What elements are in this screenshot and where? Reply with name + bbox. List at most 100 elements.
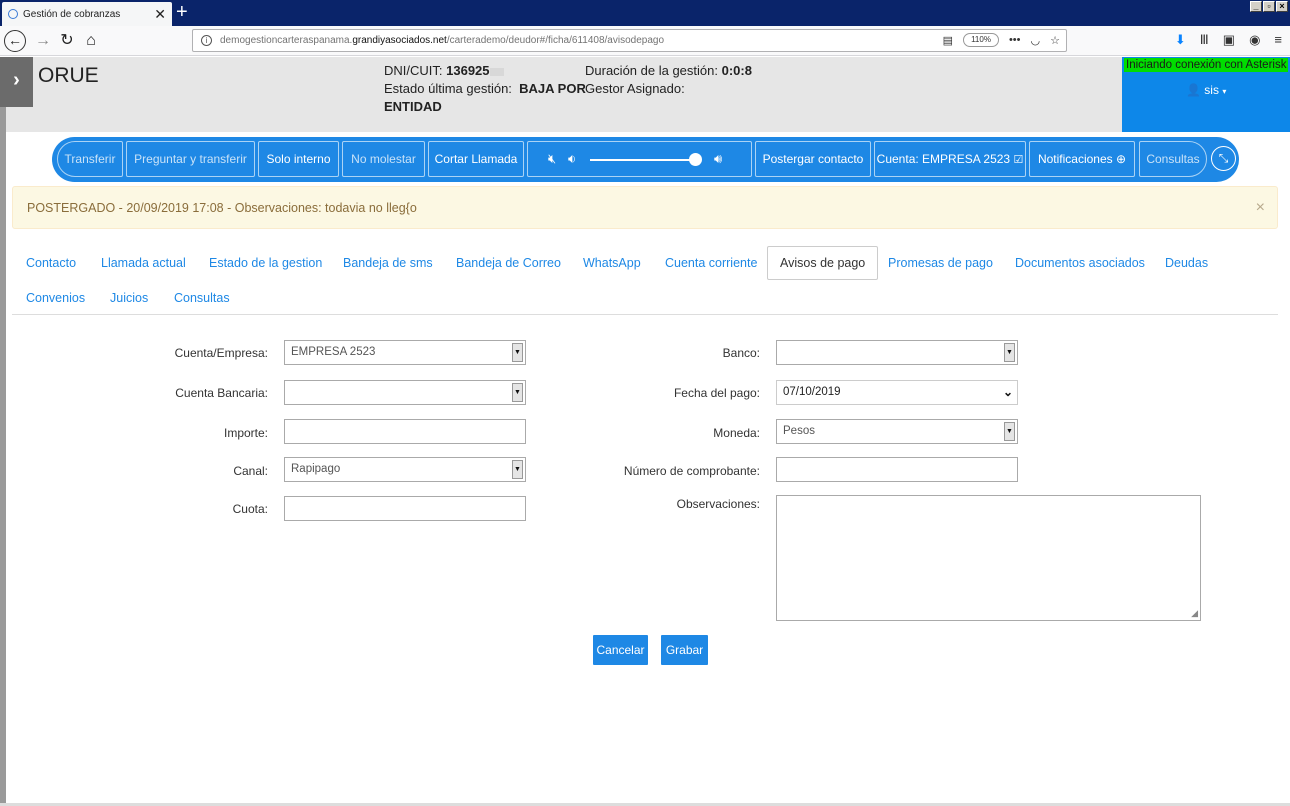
tab-juicios[interactable]: Juicios — [110, 291, 148, 305]
tab-bandeja-correo[interactable]: Bandeja de Correo — [456, 256, 561, 270]
mute-icon[interactable]: 🔇︎ — [548, 151, 556, 167]
tabs-divider — [12, 314, 1278, 315]
library-icon[interactable]: Ⅲ — [1200, 32, 1209, 48]
canal-select[interactable]: Rapipago ▼ — [284, 457, 526, 482]
sidebar-icon[interactable]: ▣ — [1223, 32, 1235, 48]
comprobante-input[interactable] — [776, 457, 1018, 482]
dni-value: 136925 — [446, 63, 490, 78]
user-menu[interactable]: 👤 sis ▾ — [1186, 83, 1226, 97]
reader-view-icon[interactable]: ▤ — [943, 34, 953, 47]
duracion-value: 0:0:8 — [721, 63, 752, 78]
tab-cuenta-corriente[interactable]: Cuenta corriente — [665, 256, 757, 270]
toolbar-icons: ⬇ Ⅲ ▣ ◉ ≡ — [1175, 32, 1282, 48]
volume-down-icon[interactable]: 🔉︎ — [568, 151, 576, 167]
select-arrow-icon: ▼ — [512, 343, 523, 362]
back-icon[interactable]: ← — [4, 30, 26, 52]
volume-up-icon[interactable]: 🔊︎ — [714, 151, 722, 167]
cuota-label: Cuota: — [232, 502, 268, 516]
tab-whatsapp[interactable]: WhatsApp — [583, 256, 641, 270]
observaciones-textarea[interactable]: ◢ — [776, 495, 1201, 621]
tab-estado-gestion[interactable]: Estado de la gestion — [209, 256, 322, 270]
notificaciones-label: Notificaciones — [1037, 152, 1113, 166]
alert-text: POSTERGADO - 20/09/2019 17:08 - Observac… — [27, 201, 417, 215]
preguntar-transferir-button[interactable]: Preguntar y transferir — [126, 141, 255, 177]
consultas-button[interactable]: Consultas — [1139, 141, 1207, 177]
estado-info: Estado última gestión: BAJA POR — [384, 81, 586, 96]
reload-icon[interactable]: ↻ — [56, 30, 78, 52]
cuota-input[interactable] — [284, 496, 526, 521]
moneda-select[interactable]: Pesos ▼ — [776, 419, 1018, 444]
cuenta-button[interactable]: Cuenta: EMPRESA 2523 ☑ — [874, 141, 1026, 177]
tab-deudas[interactable]: Deudas — [1165, 256, 1208, 270]
user-icon: 👤 — [1186, 83, 1201, 97]
cuenta-empresa-select[interactable]: EMPRESA 2523 ▼ — [284, 340, 526, 365]
close-alert-icon[interactable]: × — [1256, 187, 1265, 229]
select-arrow-icon: ▼ — [1004, 343, 1015, 362]
menu-icon[interactable]: ≡ — [1274, 32, 1282, 48]
tab-promesas-de-pago[interactable]: Promesas de pago — [888, 256, 993, 270]
page-actions-icon[interactable]: ••• — [1009, 34, 1021, 46]
close-tab-icon[interactable]: ✕ — [154, 6, 166, 23]
resize-handle-icon[interactable]: ◢ — [1191, 608, 1198, 619]
tab-convenios[interactable]: Convenios — [26, 291, 85, 305]
bookmark-star-icon[interactable]: ☆ — [1050, 34, 1060, 47]
cuenta-bancaria-select[interactable]: ▼ — [284, 380, 526, 405]
url-bar[interactable]: i demogestioncarteraspanama. grandiyasoci… — [192, 29, 1067, 52]
tab-bandeja-sms[interactable]: Bandeja de sms — [343, 256, 433, 270]
moneda-value: Pesos — [783, 425, 815, 437]
estado-label: Estado última gestión: — [384, 81, 512, 96]
tab-contacto[interactable]: Contacto — [26, 256, 76, 270]
tab-consultas[interactable]: Consultas — [174, 291, 230, 305]
postergar-contacto-button[interactable]: Postergar contacto — [755, 141, 871, 177]
pocket-icon[interactable]: ◡ — [1031, 34, 1041, 47]
restore-icon[interactable]: ▫ — [1263, 1, 1275, 12]
close-window-icon[interactable]: × — [1276, 1, 1288, 12]
caret-down-icon: ▾ — [1222, 87, 1227, 96]
checkbox-icon[interactable]: ☑ — [1013, 153, 1023, 166]
importe-label: Importe: — [223, 426, 268, 440]
duracion-label: Duración de la gestión: — [585, 63, 718, 78]
forward-icon[interactable]: → — [32, 30, 54, 52]
tab-llamada-actual[interactable]: Llamada actual — [101, 256, 186, 270]
new-tab-button[interactable]: + — [176, 2, 188, 22]
chevron-down-icon[interactable]: ⌄ — [1003, 381, 1013, 404]
cuenta-empresa-label: Cuenta/Empresa: — [174, 346, 268, 360]
browser-window: Gestión de cobranzas ✕ + _ ▫ × ← → ↻ ⌂ i… — [0, 0, 1290, 806]
volume-slider-handle[interactable] — [688, 153, 702, 166]
compress-icon[interactable]: ⤡ — [1211, 146, 1236, 171]
volume-control[interactable]: 🔇︎ 🔉︎ 🔊︎ — [527, 141, 752, 177]
plus-circle-icon: ⊕ — [1115, 152, 1127, 166]
tab-avisos-de-pago[interactable]: Avisos de pago — [767, 246, 879, 280]
minimize-icon[interactable]: _ — [1250, 1, 1262, 12]
zoom-indicator[interactable]: 110% — [963, 33, 999, 47]
observaciones-label: Observaciones: — [676, 497, 760, 511]
canal-label: Canal: — [233, 464, 268, 478]
solo-interno-button[interactable]: Solo interno — [258, 141, 339, 177]
grabar-button[interactable]: Grabar — [661, 635, 708, 665]
notificaciones-button[interactable]: Notificaciones ⊕ — [1029, 141, 1135, 177]
url-domain: grandiyasociados.net — [352, 35, 447, 46]
duracion-info: Duración de la gestión: 0:0:8 — [585, 63, 752, 78]
client-name: ORUE — [38, 64, 99, 87]
download-icon[interactable]: ⬇ — [1175, 32, 1186, 48]
tab-title: Gestión de cobranzas — [23, 8, 121, 20]
moneda-label: Moneda: — [713, 426, 760, 440]
banco-select[interactable]: ▼ — [776, 340, 1018, 365]
cortar-llamada-button[interactable]: Cortar Llamada — [428, 141, 524, 177]
home-icon[interactable]: ⌂ — [80, 30, 102, 52]
chevron-right-icon[interactable]: › — [0, 57, 33, 107]
transferir-button[interactable]: Transferir — [57, 141, 123, 177]
fecha-pago-input[interactable]: 07/10/2019 ⌄ — [776, 380, 1018, 405]
no-molestar-button[interactable]: No molestar — [342, 141, 425, 177]
select-arrow-icon: ▼ — [512, 460, 523, 479]
site-info-icon[interactable]: i — [201, 35, 212, 46]
importe-input[interactable] — [284, 419, 526, 444]
browser-tab[interactable]: Gestión de cobranzas ✕ — [2, 2, 172, 26]
cancelar-button[interactable]: Cancelar — [593, 635, 648, 665]
volume-slider-track[interactable] — [590, 159, 700, 161]
url-prefix: demogestioncarteraspanama. — [220, 35, 353, 46]
comprobante-label: Número de comprobante: — [623, 464, 760, 478]
account-icon[interactable]: ◉ — [1249, 32, 1260, 48]
tab-documentos-asociados[interactable]: Documentos asociados — [1015, 256, 1145, 270]
globe-icon — [8, 9, 18, 19]
